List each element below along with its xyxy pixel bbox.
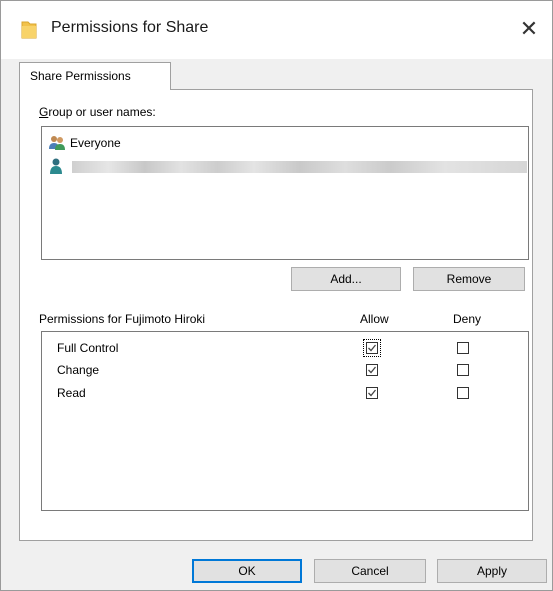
user-icon [50, 158, 62, 174]
list-item-everyone[interactable]: Everyone [48, 133, 121, 153]
title-bar[interactable]: Permissions for Share ✕ [1, 1, 552, 59]
deny-read-checkbox[interactable] [457, 387, 469, 399]
deny-full-control-checkbox[interactable] [457, 342, 469, 354]
cancel-button-label: Cancel [351, 564, 389, 578]
permission-name-change: Change [57, 363, 100, 377]
deny-change-checkbox[interactable] [457, 364, 469, 376]
add-button[interactable]: Add... [291, 267, 401, 291]
apply-button-label: Apply [476, 564, 508, 578]
close-icon: ✕ [519, 16, 539, 41]
redacted-user-name [72, 161, 527, 173]
list-item-user[interactable] [48, 156, 66, 176]
checkmark-icon [368, 366, 377, 374]
cancel-button[interactable]: Cancel [314, 559, 426, 583]
checkmark-icon [368, 389, 377, 397]
permissions-list: Full Control Change Read [41, 331, 529, 511]
remove-button[interactable]: Remove [413, 267, 525, 291]
group-users-icon [49, 136, 65, 150]
close-button[interactable]: ✕ [506, 9, 552, 49]
add-button-label: Add... [330, 272, 362, 286]
permissions-dialog: Permissions for Share ✕ Share Permission… [0, 0, 553, 591]
tab-share-permissions[interactable]: Share Permissions [19, 62, 171, 90]
group-names-label: Group or user names: [39, 105, 156, 119]
tab-label: Share Permissions [30, 69, 131, 83]
folder-icon [21, 21, 37, 39]
allow-read-checkbox[interactable] [366, 387, 378, 399]
apply-button[interactable]: Apply [437, 559, 547, 583]
checkmark-icon [368, 344, 377, 352]
permission-name-full-control: Full Control [57, 341, 119, 355]
permission-name-read: Read [57, 386, 86, 400]
allow-change-checkbox[interactable] [366, 364, 378, 376]
ok-button[interactable]: OK [192, 559, 302, 583]
allow-full-control-checkbox[interactable] [363, 339, 381, 357]
window-title: Permissions for Share [51, 19, 209, 36]
allow-column-header: Allow [360, 312, 389, 326]
remove-button-label: Remove [446, 272, 492, 286]
ok-button-label: OK [238, 564, 256, 578]
group-user-listbox[interactable]: Everyone [41, 126, 529, 260]
deny-column-header: Deny [453, 312, 482, 326]
permissions-for-label: Permissions for Fujimoto Hiroki [39, 312, 206, 326]
list-item-label: Everyone [70, 136, 121, 150]
